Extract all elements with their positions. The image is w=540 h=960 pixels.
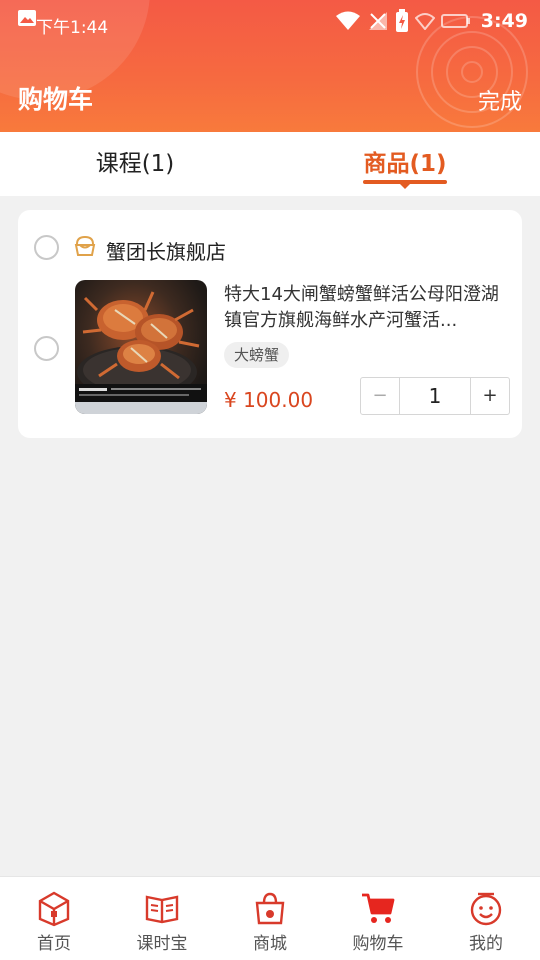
nav-label-home: 首页 bbox=[37, 934, 71, 954]
quantity-increase-button[interactable]: + bbox=[471, 378, 509, 414]
tab-products[interactable]: 商品(1) bbox=[270, 132, 540, 196]
cart-page: 下午1:44 3:49 购物车 完成 课程(1) 商品(1) 蟹团长旗舰店 特大… bbox=[0, 0, 540, 960]
nav-label-mall: 商城 bbox=[253, 934, 287, 954]
nav-label-cart: 购物车 bbox=[352, 934, 404, 954]
crab-image-graphic bbox=[75, 291, 207, 414]
image-notification-icon bbox=[18, 10, 36, 26]
nav-item-study[interactable]: 课时宝 bbox=[108, 877, 216, 960]
product-price: ¥ 100.00 bbox=[224, 388, 314, 412]
done-button[interactable]: 完成 bbox=[478, 84, 522, 116]
quantity-value[interactable]: 1 bbox=[399, 378, 471, 414]
wifi-icon bbox=[335, 11, 360, 30]
tab-bar: 课程(1) 商品(1) bbox=[0, 132, 540, 196]
nav-label-study: 课时宝 bbox=[136, 934, 188, 954]
status-clock: 3:49 bbox=[480, 10, 528, 32]
home-box-icon bbox=[38, 891, 70, 927]
status-time-left: 下午1:44 bbox=[36, 18, 109, 38]
item-select-radio[interactable] bbox=[34, 336, 59, 361]
shopping-bag-icon bbox=[255, 892, 285, 925]
nav-item-home[interactable]: 首页 bbox=[0, 877, 108, 960]
store-name[interactable]: 蟹团长旗舰店 bbox=[106, 236, 226, 265]
product-image[interactable] bbox=[75, 280, 207, 414]
tab-courses[interactable]: 课程(1) bbox=[0, 132, 270, 196]
nav-item-profile[interactable]: 我的 bbox=[432, 877, 540, 960]
smile-profile-icon bbox=[470, 892, 502, 926]
quantity-stepper: − 1 + bbox=[360, 377, 510, 415]
nav-item-mall[interactable]: 商城 bbox=[216, 877, 324, 960]
book-icon bbox=[145, 895, 179, 924]
product-spec-tag[interactable]: 大螃蟹 bbox=[224, 342, 290, 368]
store-select-radio[interactable] bbox=[34, 235, 59, 260]
nav-label-profile: 我的 bbox=[469, 934, 503, 954]
quantity-decrease-button[interactable]: − bbox=[361, 378, 399, 414]
store-icon bbox=[74, 235, 96, 256]
product-title[interactable]: 特大14大闸蟹螃蟹鲜活公母阳澄湖镇官方旗舰海鲜水产河蟹活... bbox=[224, 282, 508, 334]
cart-store-card: 蟹团长旗舰店 特大14大闸蟹螃蟹鲜活公母阳澄湖镇官方旗舰海鲜水产河蟹活... 大… bbox=[18, 210, 522, 438]
header: 下午1:44 3:49 购物车 完成 bbox=[0, 0, 540, 132]
tab-courses-label: 课程(1) bbox=[95, 151, 175, 177]
page-title: 购物车 bbox=[18, 85, 94, 114]
status-icons: 3:49 bbox=[335, 6, 528, 36]
cart-icon bbox=[362, 893, 395, 923]
signal-icon bbox=[368, 12, 387, 30]
battery-icon bbox=[440, 14, 470, 28]
status-bar: 下午1:44 3:49 bbox=[0, 0, 540, 44]
tab-products-label: 商品(1) bbox=[363, 151, 447, 177]
hotspot-wifi-icon bbox=[414, 13, 435, 30]
battery-charging-icon bbox=[395, 9, 408, 32]
bottom-nav: 首页 课时宝 商城 购物车 我的 bbox=[0, 876, 540, 960]
nav-item-cart[interactable]: 购物车 bbox=[324, 877, 432, 960]
active-tab-indicator bbox=[363, 180, 447, 184]
